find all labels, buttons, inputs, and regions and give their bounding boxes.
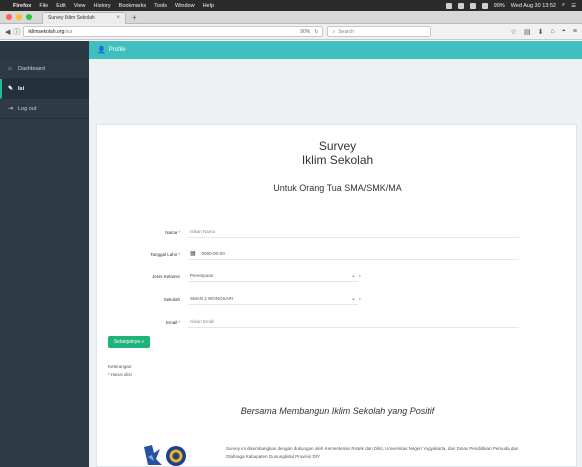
search-input[interactable]: ⌕ Search [327, 26, 432, 37]
sekolah-value: SMAN 2 WONOSARI [190, 296, 234, 301]
menu-help[interactable]: Help [203, 3, 214, 9]
toolbar-icons: ☆ ▤ ⬇ ⌂ ◓ ≡ [511, 28, 577, 36]
spotlight-icon[interactable]: ⌕ [562, 2, 565, 9]
macos-menu-bar: Firefox File Edit View History Bookmarks… [0, 0, 582, 11]
menu-history[interactable]: History [94, 3, 111, 9]
menu-bookmarks[interactable]: Bookmarks [119, 3, 147, 9]
sidebar-item-dashboard[interactable]: ⌂ Dashboard [0, 59, 89, 79]
menu-file[interactable]: File [39, 3, 48, 9]
home-icon[interactable]: ⌂ [550, 28, 554, 36]
nama-field[interactable]: Isikan Nama [188, 226, 519, 238]
sekolah-label: Sekolah [163, 297, 180, 302]
bookmark-star-icon[interactable]: ☆ [511, 28, 517, 36]
tanggal-lahir-label: Tanggal Lahir* [150, 252, 180, 257]
menu-app-firefox[interactable]: Firefox [13, 3, 31, 9]
menu-tools[interactable]: Tools [154, 3, 167, 9]
calendar-icon[interactable]: ▦ [190, 250, 196, 257]
tab-strip: Survey Iklim Sekolah × + [0, 11, 582, 24]
sponsor-logos [142, 443, 188, 467]
status-icon[interactable] [445, 2, 452, 9]
url-text: iklimsekolah.org/sur [28, 28, 73, 35]
clock[interactable]: Wed Aug 30 13:52 [511, 3, 556, 9]
navigation-bar: ◀ ⓘ iklimsekolah.org/sur 90% ↻ ⌕ Search … [0, 24, 582, 40]
sidebar: ⌂ Dashboard ✎ Isi ⇥ Log out [0, 41, 89, 467]
status-area: 99% Wed Aug 30 13:52 ⌕ ☰ [445, 2, 576, 9]
search-icon: ⌕ [332, 28, 336, 35]
wifi-icon[interactable] [481, 2, 488, 9]
status-icon[interactable] [457, 2, 464, 9]
tanggal-lahir-field[interactable]: ▦ 0000-00-00 [188, 248, 519, 260]
battery-level[interactable]: 99% [494, 3, 505, 9]
reading-list-icon[interactable]: ▤ [524, 28, 531, 36]
new-tab-button[interactable]: + [132, 13, 137, 22]
sekolah-required-star: * [359, 297, 361, 302]
jenis-kelamin-value: Perempuan [190, 273, 214, 278]
page-title-secondary: Iklim Sekolah [301, 153, 374, 167]
edit-icon: ✎ [8, 86, 14, 92]
tanggal-lahir-value: 0000-00-00 [201, 251, 225, 256]
jenis-kelamin-label: Jenis Kelamin [151, 274, 180, 279]
nama-placeholder: Isikan Nama [190, 229, 216, 234]
email-field[interactable]: Isikan Email [188, 316, 519, 328]
window-minimize-button[interactable] [16, 14, 22, 20]
sidebar-header [0, 41, 89, 59]
survey-card: Survey Iklim Sekolah Untuk Orang Tua SMA… [96, 124, 577, 467]
browser-tab[interactable]: Survey Iklim Sekolah × [42, 11, 126, 24]
chevron-down-icon: ⌄ [350, 296, 356, 302]
status-icon[interactable] [469, 2, 476, 9]
home-icon: ⌂ [8, 65, 12, 72]
note-label: Keterangan: [108, 364, 133, 369]
slogan: Bersama Membangun Iklim Sekolah yang Pos… [240, 406, 435, 416]
chevron-down-icon: ⌄ [350, 273, 356, 279]
pocket-icon[interactable]: ◓ [562, 28, 566, 36]
top-header-bar: 👤 Profile [89, 41, 582, 59]
required-note: *Harus diisi [108, 372, 132, 377]
zoom-indicator[interactable]: 90% [300, 29, 310, 35]
logout-icon: ⇥ [8, 106, 14, 112]
menu-edit[interactable]: Edit [56, 3, 65, 9]
sidebar-item-label: Dashboard [18, 65, 45, 72]
email-placeholder: Isikan Email [190, 319, 215, 324]
jenis-kelamin-required-star: * [359, 274, 361, 279]
sidebar-item-label: Isi [18, 85, 25, 92]
back-icon[interactable]: ◀ [5, 28, 10, 36]
user-icon: 👤 [97, 47, 106, 54]
window-close-button[interactable] [6, 14, 12, 20]
sekolah-select[interactable]: SMAN 2 WONOSARI ⌄ [188, 293, 358, 305]
menu-view[interactable]: View [74, 3, 86, 9]
tab-title: Survey Iklim Sekolah [48, 15, 95, 21]
nama-label: Nama* [165, 230, 180, 235]
page-title: Survey [318, 139, 357, 153]
ministry-logo [144, 445, 186, 466]
survey-subtitle: Untuk Orang Tua SMA/SMK/MA [273, 183, 402, 193]
menu-icon[interactable]: ≡ [573, 28, 577, 36]
main-content: Survey Iklim Sekolah Untuk Orang Tua SMA… [89, 59, 582, 467]
window-controls [6, 14, 32, 20]
email-label: Email* [165, 320, 180, 325]
sidebar-item-label: Log out [18, 105, 37, 112]
sponsor-description: Survey ini dikembangkan dengan dukungan … [226, 446, 519, 459]
sidebar-item-logout[interactable]: ⇥ Log out [0, 99, 89, 119]
web-page: ⌂ Dashboard ✎ Isi ⇥ Log out 👤 Profile Su… [0, 41, 582, 467]
window-zoom-button[interactable] [26, 14, 32, 20]
menu-window[interactable]: Window [175, 3, 195, 9]
tab-close-icon[interactable]: × [116, 15, 120, 21]
next-button[interactable]: Selanjutnya » [108, 336, 150, 348]
site-info-icon[interactable]: ⓘ [13, 27, 20, 37]
search-placeholder: Search [338, 28, 355, 35]
reload-icon[interactable]: ↻ [314, 29, 318, 35]
sidebar-item-isi[interactable]: ✎ Isi [0, 79, 89, 99]
url-bar[interactable]: iklimsekolah.org/sur 90% ↻ [23, 26, 324, 37]
jenis-kelamin-select[interactable]: Perempuan ⌄ [188, 270, 358, 282]
download-icon[interactable]: ⬇ [538, 28, 544, 36]
profile-link[interactable]: Profile [109, 47, 126, 53]
notification-center-icon[interactable]: ☰ [571, 3, 576, 9]
